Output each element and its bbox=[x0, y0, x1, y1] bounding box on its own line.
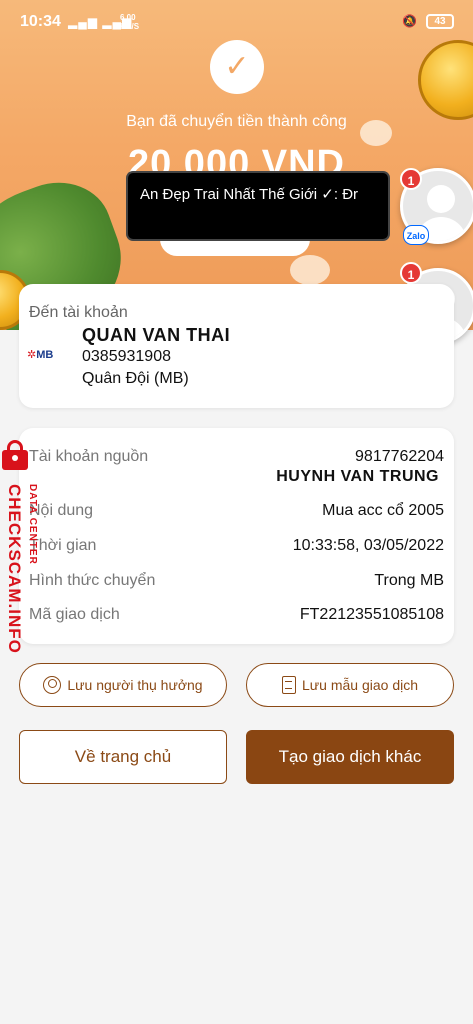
status-bar: 10:34 ▂▄▆ ▂▄▆ 6.00 KB/S 🔕 43 bbox=[0, 0, 473, 38]
battery-icon: 43 bbox=[426, 14, 454, 29]
content-value: Mua acc cổ 2005 bbox=[322, 502, 444, 519]
user-icon bbox=[43, 676, 62, 694]
save-beneficiary-label: Lưu người thụ hưởng bbox=[67, 677, 203, 693]
paw-decoration bbox=[290, 255, 330, 285]
lock-icon bbox=[2, 440, 28, 470]
mute-icon: 🔕 bbox=[402, 14, 417, 28]
txid-row: Mã giao dịch FT22123551085108 bbox=[29, 606, 444, 628]
recipient-bank: Quân Đội (MB) bbox=[82, 370, 189, 387]
bank-logo-text: MB bbox=[36, 349, 54, 361]
chat-message-popup[interactable]: An Đẹp Trai Nhất Thế Giới ✓: Đr bbox=[128, 173, 388, 239]
method-row: Hình thức chuyển Trong MB bbox=[29, 572, 444, 594]
success-check-icon: ✓ bbox=[210, 40, 264, 94]
content-row: Nội dung Mua acc cổ 2005 bbox=[29, 502, 444, 524]
recipient-label: Đến tài khoản bbox=[29, 304, 128, 321]
notification-badge: 1 bbox=[400, 168, 422, 190]
txid-value: FT22123551085108 bbox=[299, 606, 444, 623]
method-label: Hình thức chuyển bbox=[29, 572, 156, 589]
coin-decoration bbox=[418, 40, 473, 120]
method-value: Trong MB bbox=[374, 572, 444, 589]
checkscam-watermark: CHECKSCAM.INFO DATA CENTER bbox=[0, 440, 40, 670]
document-icon bbox=[282, 676, 296, 694]
network-speed: 6.00 KB/S bbox=[120, 13, 140, 31]
notification-badge: 1 bbox=[400, 262, 422, 284]
source-account-value: 9817762204 bbox=[355, 448, 444, 465]
home-button[interactable]: Về trang chủ bbox=[19, 730, 227, 784]
zalo-icon: Zalo bbox=[403, 225, 429, 245]
recipient-card: Đến tài khoản ✲MB QUAN VAN THAI 03859319… bbox=[19, 284, 454, 408]
status-time: 10:34 bbox=[20, 13, 61, 30]
transaction-details-card: Tài khoản nguồn 9817762204 HUYNH VAN TRU… bbox=[19, 428, 454, 644]
txid-label: Mã giao dịch bbox=[29, 606, 120, 623]
watermark-sub: DATA CENTER bbox=[27, 484, 38, 565]
time-value: 10:33:58, 03/05/2022 bbox=[292, 537, 444, 554]
save-beneficiary-button[interactable]: Lưu người thụ hưởng bbox=[19, 663, 227, 707]
success-message: Bạn đã chuyển tiền thành công bbox=[126, 113, 347, 130]
recipient-name: QUAN VAN THAI bbox=[82, 325, 231, 345]
mb-bank-logo: ✲MB bbox=[27, 349, 54, 361]
time-row: Thời gian 10:33:58, 03/05/2022 bbox=[29, 537, 444, 559]
source-owner-name: HUYNH VAN TRUNG bbox=[276, 468, 439, 485]
new-transaction-button[interactable]: Tạo giao dịch khác bbox=[246, 730, 454, 784]
recipient-account: 0385931908 bbox=[82, 348, 171, 365]
save-template-button[interactable]: Lưu mẫu giao dịch bbox=[246, 663, 454, 707]
save-template-label: Lưu mẫu giao dịch bbox=[302, 677, 418, 693]
source-account-row: Tài khoản nguồn 9817762204 bbox=[29, 448, 444, 470]
avatar-head bbox=[427, 185, 455, 213]
watermark-brand: CHECKSCAM.INFO bbox=[5, 484, 24, 654]
source-account-label: Tài khoản nguồn bbox=[29, 448, 149, 465]
